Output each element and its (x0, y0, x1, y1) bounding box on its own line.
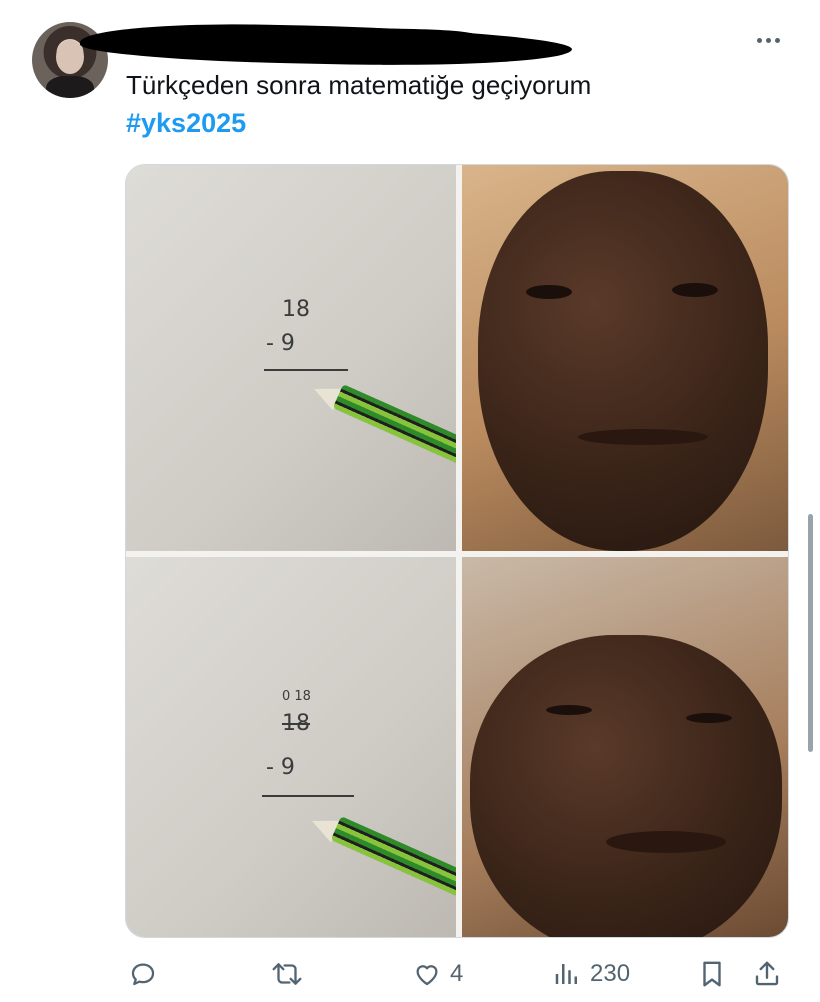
mouth-bottom (606, 831, 726, 853)
bookmark-icon (703, 961, 721, 987)
like-count: 4 (450, 960, 464, 987)
views-button[interactable]: 230 (552, 959, 630, 989)
scrollbar[interactable] (808, 514, 813, 752)
share-button[interactable] (752, 959, 782, 989)
math-bottom-subtract: - 9 (266, 755, 295, 780)
like-button[interactable]: 4 (412, 959, 463, 989)
eye-left-top (526, 285, 572, 299)
retweet-icon (272, 963, 302, 985)
crying-man-face-top (478, 171, 768, 551)
share-icon (755, 961, 779, 986)
math-top-number: 18 (282, 297, 310, 322)
mouth-top (578, 429, 708, 445)
avatar-shirt (46, 76, 94, 98)
crying-man-face-bottom (470, 635, 782, 937)
views-chart-icon (555, 964, 577, 984)
math-bottom-carry: 0 18 (282, 689, 311, 704)
tweet-media-image[interactable]: 18 - 9 0 18 18 - 9 (125, 164, 789, 938)
heart-icon (416, 965, 438, 986)
media-divider-horizontal (126, 551, 788, 557)
hashtag-link[interactable]: #yks2025 (126, 106, 246, 140)
tweet-text: Türkçeden sonra matematiğe geçiyorum (126, 70, 592, 100)
math-top-rule (264, 369, 348, 371)
eye-left-bottom (546, 705, 592, 715)
more-options-button[interactable] (748, 26, 788, 54)
math-top-subtract: - 9 (266, 331, 295, 356)
view-count: 230 (590, 960, 631, 987)
retweet-button[interactable] (270, 959, 312, 989)
more-dot-icon (756, 37, 762, 43)
reply-icon (131, 963, 155, 986)
math-bottom-number: 18 (282, 711, 310, 736)
more-dot-icon (765, 37, 771, 43)
eye-right-bottom (686, 713, 732, 723)
bookmark-button[interactable] (698, 959, 726, 989)
eye-right-top (672, 283, 718, 297)
math-bottom-rule (262, 795, 354, 797)
math-paper-bottom (126, 557, 456, 937)
tweet-action-bar: 4 230 (0, 955, 820, 999)
math-paper-top (126, 165, 456, 551)
reply-button[interactable] (128, 959, 166, 989)
more-dot-icon (774, 37, 780, 43)
